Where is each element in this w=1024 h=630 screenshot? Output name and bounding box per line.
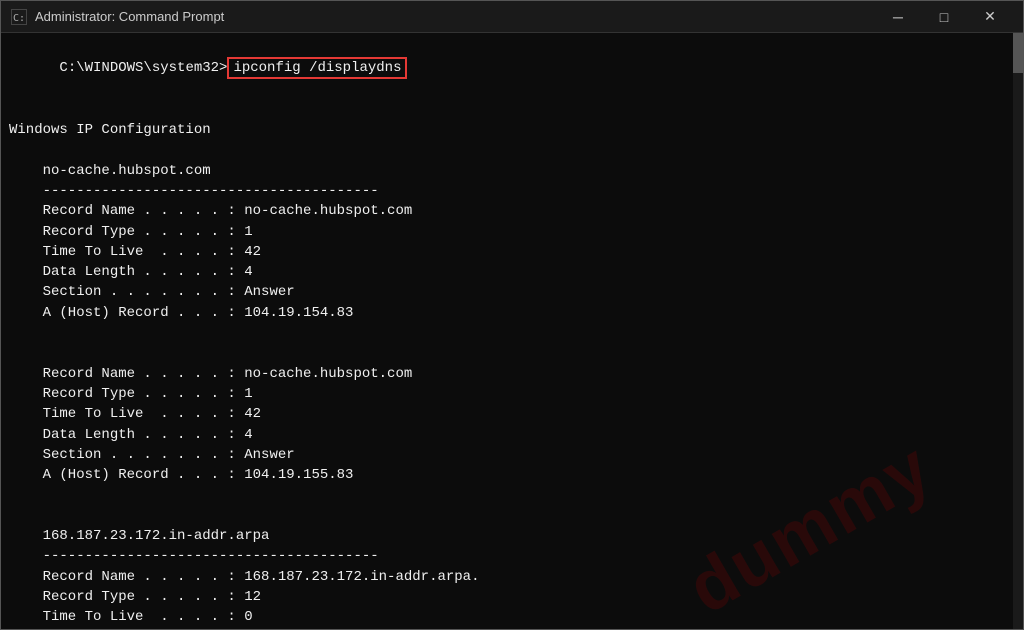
command-prompt-window: C: Administrator: Command Prompt ─ □ ✕ C… (0, 0, 1024, 630)
scrollbar-thumb[interactable] (1013, 33, 1023, 73)
output-line-section1: Section . . . . . . . : Answer (9, 282, 1015, 302)
output-line-ptr-hostname: 168.187.23.172.in-addr.arpa (9, 526, 1015, 546)
output-line-section2: Section . . . . . . . : Answer (9, 445, 1015, 465)
svg-text:C:: C: (13, 13, 25, 24)
output-line-ttl1: Time To Live . . . . : 42 (9, 242, 1015, 262)
output-line-blank2 (9, 140, 1015, 160)
output-line-blank5 (9, 485, 1015, 505)
close-icon: ✕ (984, 8, 996, 25)
output-line-ttl3: Time To Live . . . . : 0 (9, 607, 1015, 627)
output-line-data-length1: Data Length . . . . . : 4 (9, 262, 1015, 282)
close-button[interactable]: ✕ (967, 1, 1013, 33)
output-line-data-length2: Data Length . . . . . : 4 (9, 425, 1015, 445)
output-line-record-name1: Record Name . . . . . : no-cache.hubspot… (9, 201, 1015, 221)
maximize-button[interactable]: □ (921, 1, 967, 33)
output-line-ttl2: Time To Live . . . . : 42 (9, 404, 1015, 424)
output-line-record-name2: Record Name . . . . . : no-cache.hubspot… (9, 364, 1015, 384)
window-controls: ─ □ ✕ (875, 1, 1013, 33)
output-line-blank6 (9, 506, 1015, 526)
minimize-icon: ─ (893, 9, 903, 25)
output-line-blank3 (9, 323, 1015, 343)
output-line-a-record2: A (Host) Record . . . : 104.19.155.83 (9, 465, 1015, 485)
app-icon: C: (11, 9, 27, 25)
output-line-separator2: ---------------------------------------- (9, 546, 1015, 566)
output-line-a-record1: A (Host) Record . . . : 104.19.154.83 (9, 303, 1015, 323)
output-line-record-name3: Record Name . . . . . : 168.187.23.172.i… (9, 567, 1015, 587)
output-line-ip-config: Windows IP Configuration (9, 120, 1015, 140)
title-bar: C: Administrator: Command Prompt ─ □ ✕ (1, 1, 1023, 33)
output-line-blank1 (9, 100, 1015, 120)
output-line-record-type2: Record Type . . . . . : 1 (9, 384, 1015, 404)
window-title: Administrator: Command Prompt (35, 9, 875, 24)
output-line-blank4 (9, 343, 1015, 363)
output-line-hostname1: no-cache.hubspot.com (9, 161, 1015, 181)
output-line-data-length3: Data Length . . . . . : 8 (9, 628, 1015, 630)
output-line-separator1: ---------------------------------------- (9, 181, 1015, 201)
terminal-body[interactable]: C:\WINDOWS\system32>ipconfig /displaydns… (1, 33, 1023, 629)
maximize-icon: □ (940, 9, 948, 25)
output-line-record-type3: Record Type . . . . . : 12 (9, 587, 1015, 607)
terminal-output: Windows IP Configuration no-cache.hubspo… (9, 100, 1015, 629)
prompt-text: C:\WINDOWS\system32> (59, 60, 227, 76)
command-highlight: ipconfig /displaydns (227, 57, 407, 79)
minimize-button[interactable]: ─ (875, 1, 921, 33)
command-line: C:\WINDOWS\system32>ipconfig /displaydns (9, 39, 1015, 98)
scrollbar[interactable] (1013, 33, 1023, 629)
output-line-record-type1: Record Type . . . . . : 1 (9, 222, 1015, 242)
